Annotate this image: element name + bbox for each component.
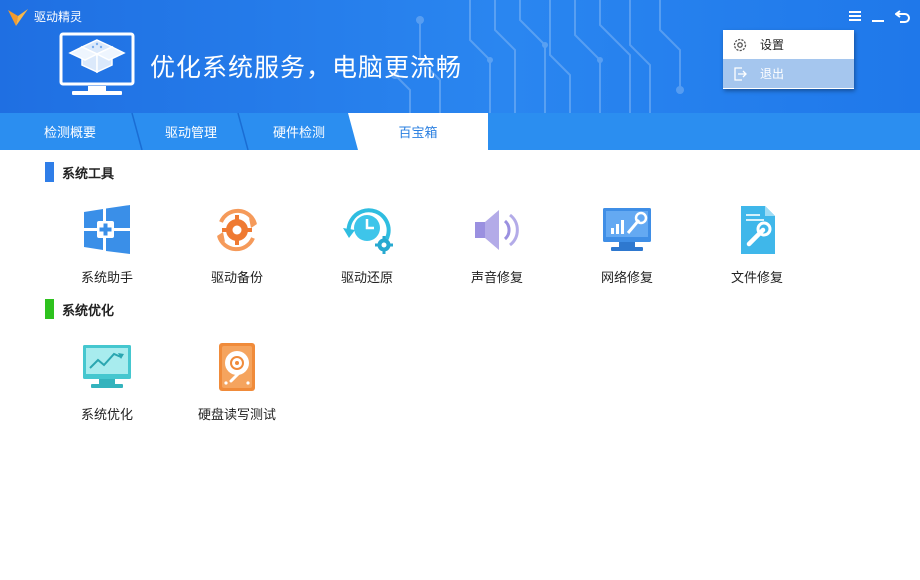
menu-icon[interactable]: [845, 6, 865, 26]
tool-label: 文件修复: [730, 271, 783, 286]
tool-driver-backup[interactable]: 驱动备份: [182, 204, 292, 286]
app-name: 驱动精灵: [34, 10, 83, 24]
tab-label: 百宝箱: [398, 126, 438, 141]
brand: 驱动精灵: [6, 6, 82, 28]
menu-item-settings[interactable]: 设置: [723, 30, 854, 59]
app-window: 驱动精灵 优化系统服务，电脑更流畅 检测概要 驱动管理 硬件检测 百宝箱 设置 …: [0, 0, 920, 580]
minimize-icon[interactable]: [868, 6, 888, 26]
menu-item-exit[interactable]: 退出: [723, 59, 854, 88]
clock-restore-icon: [343, 208, 393, 254]
section-label: 系统优化: [62, 303, 115, 319]
tool-label: 网络修复: [600, 271, 653, 286]
windows-plus-icon: [84, 205, 130, 254]
tool-label: 驱动备份: [210, 271, 263, 286]
tool-disk-rw-test[interactable]: 硬盘读写测试: [182, 341, 292, 423]
tool-label: 驱动还原: [340, 271, 393, 286]
tab-driver-management[interactable]: 驱动管理: [140, 113, 242, 150]
tool-label: 系统优化: [80, 408, 133, 423]
section-accent: [45, 299, 54, 319]
slogan: 优化系统服务，电脑更流畅: [150, 53, 463, 82]
tab-label: 驱动管理: [164, 126, 217, 141]
section-accent: [45, 162, 54, 182]
tool-label: 硬盘读写测试: [197, 408, 276, 423]
monitor-wrench-icon: [603, 208, 651, 251]
file-wrench-icon: [741, 206, 775, 254]
speaker-icon: [475, 210, 519, 250]
section-title-system-tools: 系统工具: [45, 162, 114, 182]
tool-network-repair[interactable]: 网络修复: [572, 204, 682, 286]
logo-icon: [8, 9, 28, 26]
menu-item-label: 退出: [760, 67, 785, 81]
tab-overview[interactable]: 检测概要: [0, 113, 140, 150]
section-label: 系统工具: [62, 166, 115, 182]
hard-disk-icon: [219, 343, 255, 391]
tool-driver-restore[interactable]: 驱动还原: [312, 204, 422, 286]
tool-system-assistant[interactable]: 系统助手: [52, 204, 162, 286]
back-icon[interactable]: [893, 6, 913, 26]
tab-label: 检测概要: [43, 126, 96, 141]
tool-sound-repair[interactable]: 声音修复: [442, 204, 552, 286]
menu-item-label: 设置: [760, 38, 785, 52]
gear-icon: [732, 37, 748, 53]
tab-toolbox[interactable]: 百宝箱: [348, 113, 488, 150]
tab-bar: 检测概要 驱动管理 硬件检测 百宝箱: [0, 113, 920, 150]
tool-label: 声音修复: [470, 271, 523, 286]
monitor-boxes-icon: [59, 32, 135, 95]
settings-dropdown: 设置 退出: [723, 30, 854, 89]
tab-hardware-detection[interactable]: 硬件检测: [246, 113, 352, 150]
gear-backup-icon: [217, 208, 257, 252]
tool-system-optimize[interactable]: 系统优化: [52, 341, 162, 423]
tab-label: 硬件检测: [272, 126, 325, 141]
exit-icon: [732, 66, 748, 82]
section-title-system-optimize: 系统优化: [45, 299, 114, 319]
tool-file-repair[interactable]: 文件修复: [702, 204, 812, 286]
monitor-chart-icon: [83, 345, 131, 388]
tool-label: 系统助手: [80, 271, 133, 286]
